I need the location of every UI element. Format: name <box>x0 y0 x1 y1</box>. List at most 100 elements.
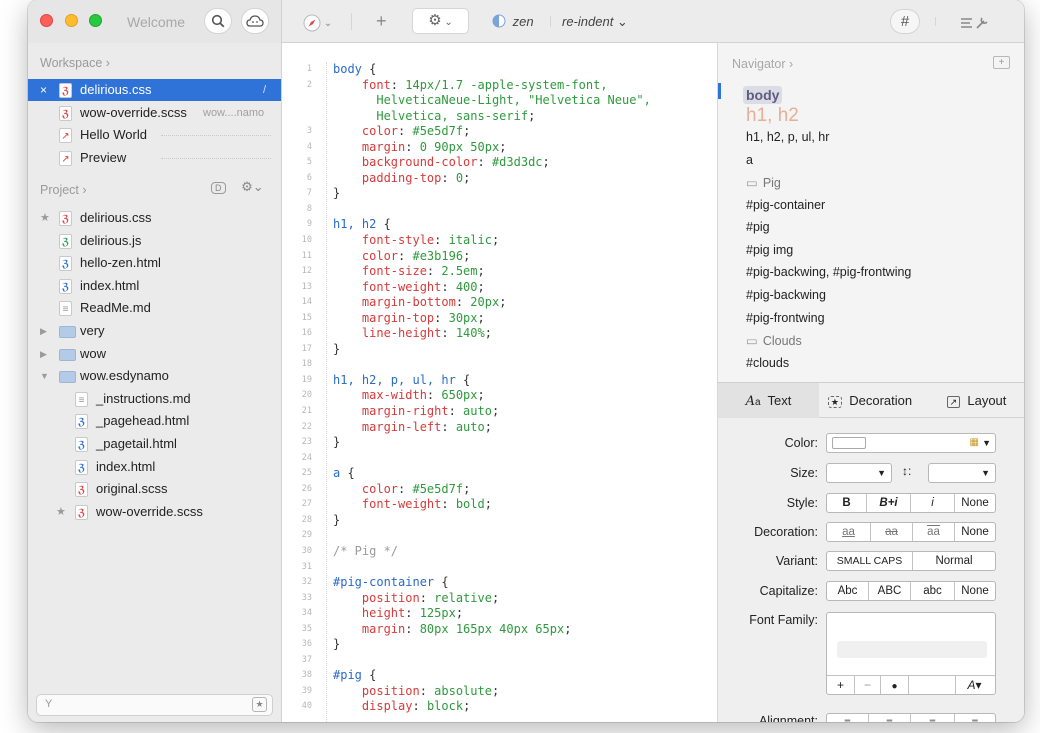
code-line[interactable] <box>333 451 651 467</box>
remove-font-button[interactable]: − <box>855 676 881 694</box>
tab-text[interactable]: Aa Text <box>718 383 819 418</box>
code-line[interactable]: Helvetica, sans-serif; <box>333 109 651 125</box>
decoration-underline-button[interactable]: aa <box>827 523 871 541</box>
navigator-item[interactable]: #pig-backwing, #pig-frontwing <box>746 265 911 279</box>
navigator-item[interactable]: #clouds <box>746 356 789 370</box>
code-line[interactable]: padding-top: 0; <box>333 171 651 187</box>
code-line[interactable]: #pig { <box>333 668 651 684</box>
project-item[interactable]: ℨdelirious.js <box>28 230 281 252</box>
code-line[interactable]: a { <box>333 466 651 482</box>
capitalize-title-button[interactable]: Abc <box>827 582 869 600</box>
tab-layout[interactable]: ↗ Layout <box>928 383 1024 418</box>
navigator-item[interactable]: a <box>746 153 753 167</box>
disclosure-closed-icon[interactable]: ▶ <box>40 320 47 342</box>
add-font-button[interactable]: + <box>827 676 855 694</box>
project-item[interactable]: ℨindex.html <box>28 456 281 478</box>
variant-normal-button[interactable]: Normal <box>913 552 995 570</box>
variant-smallcaps-button[interactable]: SMALL CAPS <box>827 552 913 570</box>
code-line[interactable]: color: #e3b196; <box>333 249 651 265</box>
project-header[interactable]: Project › <box>40 183 87 197</box>
clear-font-button[interactable]: ● <box>881 676 909 694</box>
project-item[interactable]: ≡ _instructions.md <box>28 388 281 410</box>
code-line[interactable]: background-color: #d3d3dc; <box>333 155 651 171</box>
code-line[interactable]: #pig-container { <box>333 575 651 591</box>
font-family-list[interactable]: + − ● A▾ <box>826 612 996 695</box>
font-picker-button[interactable]: A▾ <box>955 676 993 694</box>
navigator-item[interactable]: h1, h2 <box>746 105 799 127</box>
code-line[interactable]: } <box>333 342 651 358</box>
code-line[interactable]: margin-bottom: 20px; <box>333 295 651 311</box>
settings-menu-button[interactable]: ⚙ ⌄ <box>412 8 469 34</box>
code-editor[interactable]: 1 2 3 4 5 6 7 8 9 10 11 12 13 14 15 16 17 18 19 20 21 22 23 24 2… <box>282 43 717 722</box>
style-bold-italic-button[interactable]: B+i <box>867 494 911 512</box>
project-item[interactable]: ℨindex.html <box>28 275 281 297</box>
project-item[interactable]: ≡ ReadMe.md <box>28 297 281 319</box>
filter-field[interactable]: Y ★ <box>36 694 273 716</box>
close-window-button[interactable] <box>40 14 53 27</box>
project-settings-icon[interactable]: ⚙⌄ <box>241 179 264 194</box>
code-line[interactable] <box>333 528 651 544</box>
capitalize-upper-button[interactable]: ABC <box>869 582 911 600</box>
project-item[interactable]: ℨoriginal.scss <box>28 478 281 500</box>
decoration-none-button[interactable]: None <box>955 523 995 541</box>
code-line[interactable]: h1, h2 { <box>333 217 651 233</box>
favorites-filter-icon[interactable]: ★ <box>252 697 267 712</box>
code-line[interactable] <box>333 357 651 373</box>
star-icon[interactable]: ★ <box>40 207 50 229</box>
project-item[interactable]: ▼ wow.esdynamo <box>28 365 281 387</box>
inspector-toggle[interactable] <box>960 10 992 33</box>
code-line[interactable]: position: relative; <box>333 591 651 607</box>
workspace-item[interactable]: ↗ Hello World <box>28 124 281 146</box>
code-text[interactable]: body { font: 14px/1.7 -apple-system-font… <box>333 62 651 715</box>
code-line[interactable] <box>333 560 651 576</box>
add-folder-icon[interactable]: + <box>993 56 1010 69</box>
star-icon[interactable]: ★ <box>56 501 66 523</box>
code-line[interactable]: } <box>333 637 651 653</box>
align-left-button[interactable]: ≡ <box>827 714 869 722</box>
search-button[interactable] <box>204 8 232 34</box>
code-line[interactable]: h1, h2, p, ul, hr { <box>333 373 651 389</box>
code-line[interactable] <box>333 202 651 218</box>
workspace-item[interactable]: ↗ Preview <box>28 147 281 169</box>
code-line[interactable]: font: 14px/1.7 -apple-system-font, <box>333 78 651 94</box>
add-button[interactable]: + <box>376 10 387 33</box>
disclosure-open-icon[interactable]: ▼ <box>40 365 49 387</box>
navigator-item[interactable]: #pig <box>746 220 770 234</box>
hash-button[interactable]: # <box>890 9 920 34</box>
size-select[interactable]: ▼ <box>826 463 892 483</box>
project-item[interactable]: ★ ℨwow-override.scss <box>28 501 281 523</box>
navigator-item[interactable]: #pig img <box>746 243 793 257</box>
deploy-icon[interactable]: D <box>211 182 226 194</box>
code-line[interactable]: position: absolute; <box>333 684 651 700</box>
code-line[interactable]: } <box>333 513 651 529</box>
navigator-item[interactable]: ▭ Pig <box>746 175 781 190</box>
workspace-item[interactable]: ℨwow-override.scss wow....namo <box>28 102 281 124</box>
workspace-header[interactable]: Workspace › <box>40 56 110 70</box>
code-line[interactable]: color: #5e5d7f; <box>333 482 651 498</box>
decoration-overline-button[interactable]: aa <box>913 523 955 541</box>
project-item[interactable]: ▶ very <box>28 320 281 342</box>
workspace-item[interactable]: × / ℨdelirious.css <box>28 79 281 101</box>
decoration-strike-button[interactable]: aa <box>871 523 913 541</box>
compass-menu[interactable]: ⌄ <box>303 10 332 33</box>
disclosure-closed-icon[interactable]: ▶ <box>40 343 47 365</box>
tab-decoration[interactable]: ★ Decoration <box>819 383 921 418</box>
navigator-item[interactable]: h1, h2, p, ul, hr <box>746 130 829 144</box>
code-line[interactable]: max-width: 650px; <box>333 388 651 404</box>
style-bold-button[interactable]: B <box>827 494 867 512</box>
align-justify-button[interactable]: ≡ <box>955 714 995 722</box>
code-line[interactable]: color: #5e5d7f; <box>333 124 651 140</box>
project-item[interactable]: ★ ℨdelirious.css <box>28 207 281 229</box>
code-line[interactable]: margin-right: auto; <box>333 404 651 420</box>
code-line[interactable]: font-weight: 400; <box>333 280 651 296</box>
code-line[interactable]: font-size: 2.5em; <box>333 264 651 280</box>
navigator-item[interactable]: #pig-container <box>746 198 825 212</box>
project-item[interactable]: ℨhello-zen.html <box>28 252 281 274</box>
zoom-window-button[interactable] <box>89 14 102 27</box>
reindent-menu[interactable]: re-indent ⌄ <box>562 10 628 33</box>
zen-mode-toggle[interactable]: zen <box>492 10 534 33</box>
code-line[interactable]: margin: 80px 165px 40px 65px; <box>333 622 651 638</box>
minimize-window-button[interactable] <box>65 14 78 27</box>
zen-face-button[interactable] <box>241 8 269 34</box>
code-line[interactable]: } <box>333 186 651 202</box>
